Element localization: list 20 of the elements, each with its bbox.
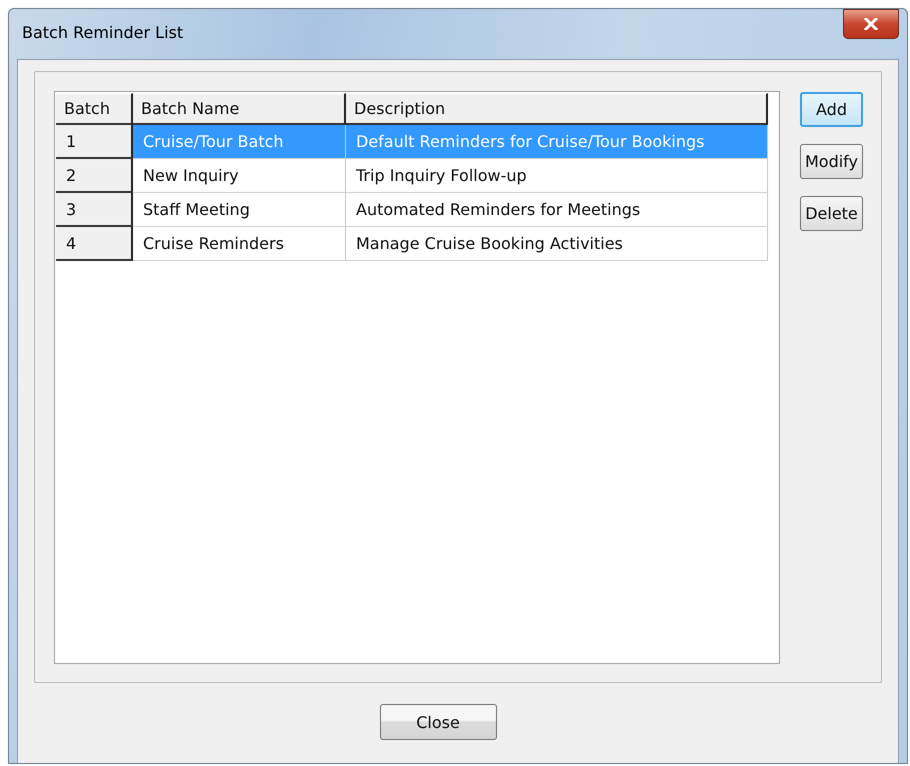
row-header[interactable]: 4 <box>56 227 133 261</box>
column-header[interactable]: Batch <box>56 93 133 125</box>
table-cell[interactable]: Manage Cruise Booking Activities <box>346 227 768 261</box>
action-button[interactable]: Delete <box>800 196 863 231</box>
close-dialog-button[interactable]: Close <box>380 704 496 740</box>
window-title: Batch Reminder List <box>21 22 184 42</box>
column-header[interactable]: Description <box>346 93 768 125</box>
table-cell[interactable]: Trip Inquiry Follow-up <box>346 159 768 193</box>
close-icon <box>864 18 878 30</box>
action-button[interactable]: Add <box>800 92 863 127</box>
table-cell[interactable]: New Inquiry <box>133 159 346 193</box>
row-header[interactable]: 1 <box>56 125 133 159</box>
row-header[interactable]: 3 <box>56 193 133 227</box>
table-cell[interactable]: Automated Reminders for Meetings <box>346 193 768 227</box>
row-header[interactable]: 2 <box>56 159 133 193</box>
table-cell[interactable]: Staff Meeting <box>133 193 346 227</box>
column-header[interactable]: Batch Name <box>133 93 346 125</box>
close-button[interactable] <box>843 9 899 39</box>
table-cell[interactable]: Cruise Reminders <box>133 227 346 261</box>
action-button[interactable]: Modify <box>800 144 863 179</box>
